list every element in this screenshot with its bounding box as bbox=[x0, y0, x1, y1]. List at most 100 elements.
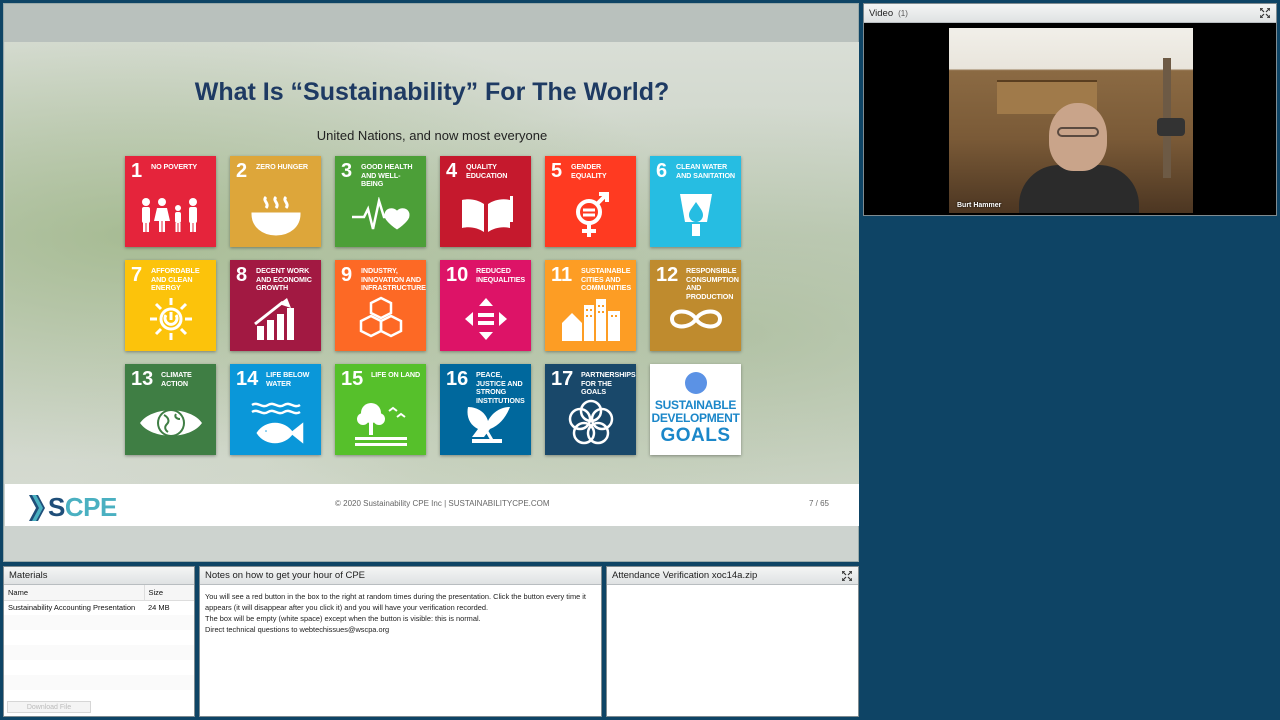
sdg-number: 4 bbox=[446, 160, 458, 182]
file-size: 24 MB bbox=[148, 603, 170, 613]
notes-line: The box will be empty (white space) exce… bbox=[205, 613, 481, 623]
video-pod: Video (1) Burt Hammer bbox=[863, 3, 1277, 216]
un-emblem-icon bbox=[684, 372, 707, 395]
page-number: 7 / 65 bbox=[808, 499, 829, 508]
book-icon bbox=[440, 189, 531, 241]
sdg-tile-6: 6 Clean Water and Sanitation bbox=[650, 156, 741, 247]
column-header-name[interactable]: Name bbox=[4, 585, 144, 601]
sdg-tile-3: 3 Good Health and Well-Being bbox=[335, 156, 426, 247]
scpe-logo: SCPE bbox=[29, 492, 117, 523]
sdg-tile-12: 12 Responsible Consumption and Production bbox=[650, 260, 741, 351]
video-pod-header: Video (1) bbox=[864, 4, 1276, 23]
column-header-size[interactable]: Size bbox=[143, 585, 194, 601]
sdg-number: 1 bbox=[131, 160, 143, 182]
video-participant-count: (1) bbox=[898, 8, 908, 18]
attendance-pod-title: Attendance Verification xoc14a.zip bbox=[612, 570, 758, 581]
slide-footer: SCPE © 2020 Sustainability CPE Inc | SUS… bbox=[5, 484, 859, 526]
sdg-label: Affordable and Clean Energy bbox=[151, 266, 200, 293]
sdg-tile-9: 9 Industry, Innovation and Infrastructure bbox=[335, 260, 426, 351]
sun-power-icon bbox=[125, 293, 216, 345]
notes-pod-title: Notes on how to get your hour of CPE bbox=[205, 570, 366, 581]
fullscreen-icon[interactable] bbox=[841, 570, 853, 582]
family-icon bbox=[125, 189, 216, 241]
eye-globe-icon bbox=[125, 397, 216, 449]
sdg-logo-line2: DEVELOPMENT bbox=[651, 411, 740, 425]
attendance-pod-header: Attendance Verification xoc14a.zip bbox=[607, 567, 858, 585]
sdg-label: Climate Action bbox=[161, 370, 192, 388]
sdg-tile-11: 11 Sustainable Cities and Communities bbox=[545, 260, 636, 351]
sdg-label: Quality Education bbox=[466, 162, 508, 180]
sdg-number: 6 bbox=[656, 160, 668, 182]
table-row[interactable]: Sustainability Accounting Presentation 2… bbox=[4, 600, 194, 615]
flower-rings-icon bbox=[545, 397, 636, 449]
sdg-label: Life Below Water bbox=[266, 370, 310, 388]
sdg-tile-1: 1 No Poverty bbox=[125, 156, 216, 247]
sdg-number: 13 bbox=[131, 368, 154, 390]
presenter-name: Burt Hammer bbox=[957, 202, 1002, 209]
growth-chart-icon bbox=[230, 293, 321, 345]
sdg-number: 2 bbox=[236, 160, 248, 182]
equality-arrows-icon bbox=[440, 293, 531, 345]
sdg-label: Gender Equality bbox=[571, 162, 607, 180]
sdg-number: 9 bbox=[341, 264, 353, 286]
sdg-logo-line3: GOALS bbox=[660, 424, 731, 446]
sdg-number: 12 bbox=[656, 264, 679, 286]
city-icon bbox=[545, 293, 636, 345]
copyright-text: © 2020 Sustainability CPE Inc | SUSTAINA… bbox=[335, 499, 550, 508]
bowl-icon bbox=[230, 189, 321, 241]
sdg-label: Reduced Inequalities bbox=[476, 266, 526, 284]
sdg-label: Clean Water and Sanitation bbox=[676, 162, 736, 180]
sdg-label: Good Health and Well-Being bbox=[361, 162, 413, 189]
attendance-pod: Attendance Verification xoc14a.zip bbox=[606, 566, 859, 717]
sdg-tile-2: 2 Zero Hunger bbox=[230, 156, 321, 247]
sdg-tile-16: 16 Peace, Justice and Strong Institutions bbox=[440, 364, 531, 455]
materials-pod-header: Materials bbox=[4, 567, 194, 585]
video-feed[interactable]: Burt Hammer bbox=[949, 28, 1193, 213]
sdg-tile-17: 17 Partnerships for the Goals bbox=[545, 364, 636, 455]
notes-pod-header: Notes on how to get your hour of CPE bbox=[200, 567, 601, 585]
video-pod-title: Video bbox=[869, 7, 894, 19]
presentation-pod: What Is “Sustainability” For The World? … bbox=[3, 3, 859, 562]
file-name[interactable]: Sustainability Accounting Presentation bbox=[4, 600, 144, 615]
sdg-number: 10 bbox=[446, 264, 469, 286]
slide-title: What Is “Sustainability” For The World? bbox=[194, 78, 670, 106]
slide-subtitle: United Nations, and now most everyone bbox=[316, 128, 548, 143]
slide: What Is “Sustainability” For The World? … bbox=[5, 42, 859, 526]
notes-line: You will see a red button in the box to … bbox=[205, 592, 586, 612]
sdg-number: 3 bbox=[341, 160, 353, 182]
cubes-icon bbox=[335, 293, 426, 345]
sdg-tile-15: 15 Life On Land bbox=[335, 364, 426, 455]
tree-icon bbox=[335, 397, 426, 449]
sdg-number: 5 bbox=[551, 160, 563, 182]
notes-body: You will see a red button in the box to … bbox=[200, 585, 601, 643]
fullscreen-icon[interactable] bbox=[1259, 7, 1271, 19]
sdg-logo-tile: SUSTAINABLE DEVELOPMENT GOALS bbox=[650, 364, 741, 455]
sdg-label: Sustainable Cities and Communities bbox=[581, 266, 632, 293]
materials-table: Name Size Sustainability Accounting Pres… bbox=[4, 585, 194, 690]
sdg-tile-8: 8 Decent Work and Economic Growth bbox=[230, 260, 321, 351]
materials-pod: Materials Name Size Sustainability Accou… bbox=[3, 566, 195, 717]
download-file-button[interactable]: Download File bbox=[7, 701, 91, 713]
notes-pod: Notes on how to get your hour of CPE You… bbox=[199, 566, 602, 717]
water-icon bbox=[650, 189, 741, 241]
sdg-label: Industry, Innovation and Infrastructure bbox=[361, 266, 426, 293]
logo-cpe: CPE bbox=[64, 492, 117, 522]
sdg-label: Life On Land bbox=[371, 370, 421, 379]
dove-icon bbox=[440, 397, 531, 449]
sdg-number: 14 bbox=[236, 368, 259, 390]
sdg-tile-4: 4 Quality Education bbox=[440, 156, 531, 247]
logo-s: S bbox=[48, 492, 65, 522]
sdg-number: 8 bbox=[236, 264, 248, 286]
infinity-icon bbox=[650, 293, 741, 345]
materials-pod-title: Materials bbox=[9, 570, 48, 581]
sdg-tile-5: 5 Gender Equality bbox=[545, 156, 636, 247]
presentation-top-bar bbox=[4, 4, 858, 42]
sdg-number: 11 bbox=[551, 264, 573, 286]
attendance-button-area[interactable] bbox=[607, 586, 858, 716]
sdg-number: 15 bbox=[341, 368, 364, 390]
fish-icon bbox=[230, 397, 321, 449]
sdg-label: Zero Hunger bbox=[256, 162, 309, 171]
sdg-grid: 1 No Poverty 2 Zero Hunger 3 Good Health and … bbox=[125, 156, 745, 455]
sdg-label: Decent Work and Economic Growth bbox=[256, 266, 312, 293]
scpe-chevron-icon bbox=[29, 494, 45, 521]
